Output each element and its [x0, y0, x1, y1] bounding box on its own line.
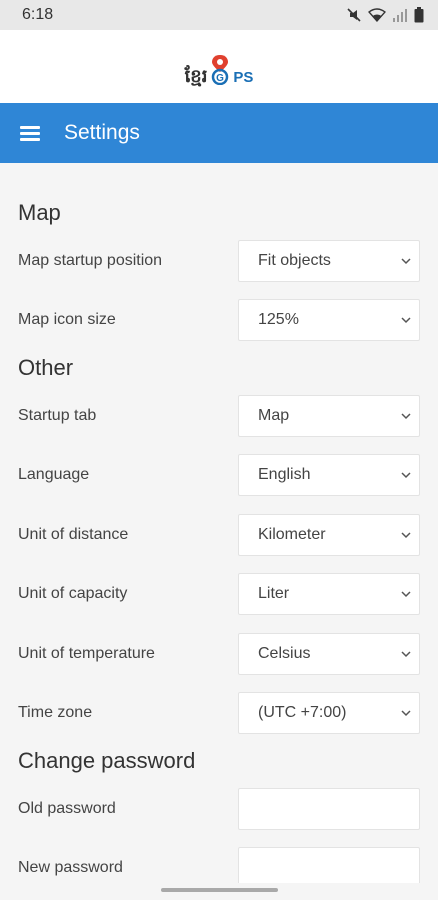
battery-icon: [414, 7, 424, 23]
setting-row-unit-of-capacity: Unit of capacity Liter: [18, 565, 420, 625]
setting-label: Map icon size: [18, 311, 116, 329]
setting-row-time-zone: Time zone (UTC +7:00): [18, 684, 420, 744]
section-title-map: Map: [18, 200, 61, 225]
setting-label: Time zone: [18, 704, 93, 722]
section-title-other: Other: [18, 355, 74, 380]
unit-of-temperature-select[interactable]: Celsius: [238, 632, 420, 675]
status-time: 6:18: [22, 6, 54, 23]
setting-label: Startup tab: [18, 406, 97, 424]
chevron-down-icon: [401, 532, 411, 538]
startup-tab-select[interactable]: Map: [238, 394, 420, 437]
select-value: Liter: [258, 585, 290, 603]
chevron-down-icon: [401, 591, 411, 598]
unit-of-distance-select[interactable]: Kilometer: [238, 513, 420, 556]
app-bar: Settings: [0, 103, 438, 163]
chevron-down-icon: [401, 413, 411, 419]
old-password-field[interactable]: [238, 787, 420, 830]
setting-row-startup-tab: Startup tab Map: [18, 386, 420, 446]
setting-row-new-password: New password: [18, 839, 420, 883]
status-icons: [346, 7, 424, 23]
section-title-change-password: Change password: [18, 748, 196, 773]
map-icon-size-select[interactable]: 125%: [238, 299, 420, 342]
logo-bar: ខ្មែរ G PS: [0, 30, 438, 103]
logo-g-pin: G: [209, 54, 231, 85]
svg-text:G: G: [217, 73, 225, 84]
logo-ps-text: PS: [233, 68, 254, 86]
language-select[interactable]: English: [238, 454, 420, 497]
setting-label: Language: [18, 466, 90, 484]
status-bar: 6:18: [0, 0, 438, 30]
select-value: Celsius: [258, 644, 311, 662]
time-zone-select[interactable]: (UTC +7:00): [238, 692, 420, 735]
setting-row-map-startup-position: Map startup position Fit objects: [18, 231, 420, 291]
setting-row-unit-of-distance: Unit of distance Kilometer: [18, 505, 420, 565]
chevron-down-icon: [401, 472, 411, 479]
page-title: Settings: [64, 121, 140, 144]
gesture-nav-bar: [0, 883, 438, 900]
setting-label: Map startup position: [18, 251, 163, 269]
select-value: (UTC +7:00): [258, 704, 347, 722]
setting-label: Unit of temperature: [18, 644, 155, 662]
map-pin-icon: G: [212, 54, 229, 85]
setting-label: Unit of capacity: [18, 585, 128, 603]
mute-icon: [347, 8, 361, 22]
chevron-down-icon: [401, 317, 411, 324]
home-gesture-handle[interactable]: [161, 888, 278, 892]
setting-row-map-icon-size: Map icon size 125%: [18, 291, 420, 351]
select-value: 125%: [258, 311, 299, 329]
hamburger-icon: [20, 123, 40, 144]
wifi-icon: [368, 8, 386, 23]
select-value: Fit objects: [258, 251, 331, 269]
setting-row-language: Language English: [18, 446, 420, 506]
select-value: Kilometer: [258, 525, 326, 543]
setting-label: Unit of distance: [18, 525, 129, 543]
signal-icon: [393, 9, 407, 22]
map-startup-position-select[interactable]: Fit objects: [238, 239, 420, 282]
setting-label: Old password: [18, 799, 116, 817]
select-value: Map: [258, 406, 290, 424]
menu-button[interactable]: [0, 103, 60, 163]
select-value: English: [258, 466, 311, 484]
chevron-down-icon: [401, 710, 411, 717]
chevron-down-icon: [401, 651, 411, 657]
logo-khmer-text: ខ្មែរ: [184, 65, 208, 86]
chevron-down-icon: [401, 258, 411, 264]
app-logo: ខ្មែរ G PS: [184, 54, 254, 86]
new-password-field[interactable]: [238, 847, 420, 883]
setting-row-unit-of-temperature: Unit of temperature Celsius: [18, 624, 420, 684]
setting-row-old-password: Old password: [18, 779, 420, 839]
setting-label: New password: [18, 859, 123, 877]
settings-content[interactable]: Map Map startup position Fit objects Map…: [0, 163, 438, 883]
unit-of-capacity-select[interactable]: Liter: [238, 573, 420, 616]
